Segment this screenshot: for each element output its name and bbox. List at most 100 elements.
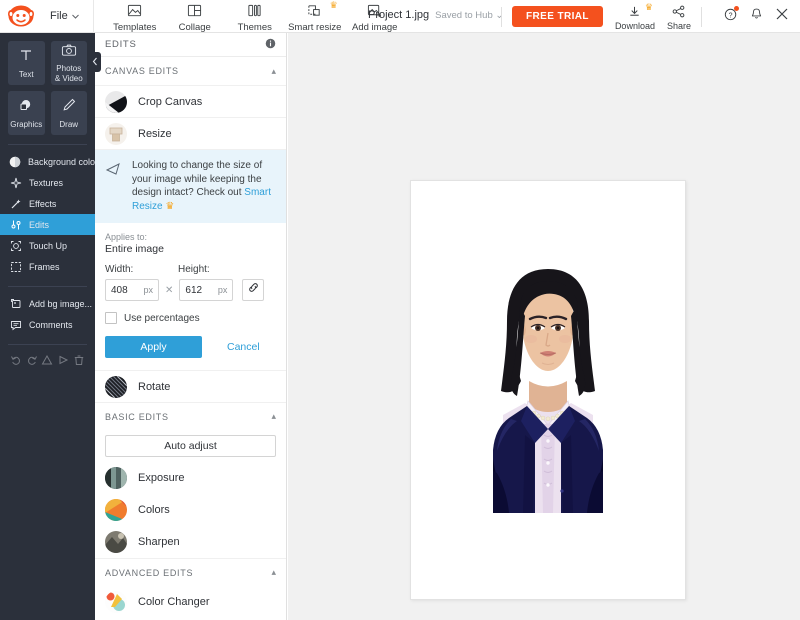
portrait-photo[interactable] — [449, 263, 647, 513]
row-exposure[interactable]: Exposure — [95, 462, 286, 494]
row-colors[interactable]: Colors — [95, 494, 286, 526]
width-input[interactable]: 408 px — [105, 279, 159, 301]
graphics-icon — [18, 97, 34, 118]
rail-tile-label: Photos — [56, 64, 81, 73]
row-resize[interactable]: Resize — [95, 117, 286, 149]
crown-icon: ♛ — [330, 0, 338, 11]
sidebar-item-frames[interactable]: Frames — [0, 256, 95, 277]
panel-header: EDITS — [95, 33, 286, 57]
canvas-stage[interactable] — [288, 33, 800, 620]
close-icon — [775, 7, 789, 26]
use-percentages-row[interactable]: Use percentages — [105, 312, 276, 324]
notifications-button[interactable] — [750, 7, 763, 26]
tool-collage[interactable]: Collage — [166, 0, 224, 33]
auto-adjust-button[interactable]: Auto adjust — [105, 435, 276, 457]
cancel-button[interactable]: Cancel — [227, 341, 260, 353]
height-input[interactable]: 612 px — [179, 279, 233, 301]
picmonkey-logo[interactable] — [8, 5, 38, 27]
sliders-icon — [9, 219, 22, 231]
share-icon — [672, 5, 685, 19]
picmonkey-editor: File Templates — [0, 0, 800, 620]
rail-divider — [8, 344, 87, 345]
close-button[interactable] — [775, 7, 789, 26]
tool-label: Themes — [238, 22, 272, 33]
file-menu-label: File — [50, 10, 68, 22]
applies-to-label: Applies to: — [105, 232, 276, 242]
exposure-thumb — [105, 467, 127, 489]
sidebar-item-comments[interactable]: Comments — [0, 314, 95, 335]
rail-tile-label: Text — [19, 70, 34, 79]
section-basic-edits[interactable]: BASIC EDITS ▴ — [95, 402, 286, 430]
share-button[interactable]: Share — [667, 3, 691, 31]
tool-smart-resize[interactable]: ♛ Smart resize — [286, 0, 344, 33]
sidebar-item-effects[interactable]: Effects — [0, 193, 95, 214]
panel-collapse-button[interactable] — [89, 52, 101, 72]
section-advanced-edits[interactable]: ADVANCED EDITS ▴ — [95, 558, 286, 586]
text-icon — [18, 47, 34, 68]
camera-icon — [61, 43, 77, 62]
help-button[interactable]: ? — [724, 7, 738, 26]
toolbar-tools: Templates Collage — [106, 0, 404, 33]
resize-thumb — [105, 123, 127, 145]
collage-icon — [187, 3, 202, 19]
tool-label: Collage — [179, 22, 211, 33]
info-icon[interactable] — [265, 36, 276, 54]
row-color-changer[interactable]: Color Changer — [95, 586, 286, 618]
account-toolbar: FREE TRIAL ♛ Download — [491, 0, 800, 33]
tool-templates[interactable]: Templates — [106, 0, 164, 33]
use-percentages-checkbox[interactable] — [105, 312, 117, 324]
rail-tile-photos-video[interactable]: Photos & Video — [51, 41, 88, 85]
templates-icon — [127, 3, 142, 19]
width-label: Width: — [105, 264, 178, 275]
trash-icon[interactable] — [73, 353, 85, 371]
face-icon — [9, 240, 22, 252]
row-rotate[interactable]: Rotate — [95, 370, 286, 402]
apply-button[interactable]: Apply — [105, 336, 202, 358]
section-canvas-edits[interactable]: CANVAS EDITS ▴ — [95, 57, 286, 85]
bell-icon — [750, 7, 763, 26]
alert-icon[interactable] — [41, 353, 53, 371]
redo-icon[interactable] — [26, 353, 38, 371]
crown-icon: ♛ — [165, 201, 174, 212]
undo-icon[interactable] — [10, 353, 22, 371]
colors-thumb — [105, 499, 127, 521]
sidebar-item-label: Comments — [29, 320, 73, 330]
tool-label: Add image — [352, 22, 397, 33]
sidebar-item-textures[interactable]: Textures — [0, 172, 95, 193]
pencil-icon — [61, 97, 77, 118]
sidebar-item-edits[interactable]: Edits — [0, 214, 95, 235]
row-sharpen[interactable]: Sharpen — [95, 526, 286, 558]
project-name[interactable]: Project 1.jpg — [368, 9, 429, 21]
rail-tile-draw[interactable]: Draw — [51, 91, 88, 135]
image-canvas[interactable] — [410, 180, 686, 600]
share-label: Share — [667, 21, 691, 31]
top-toolbar: File Templates — [0, 0, 800, 33]
rail-tile-graphics[interactable]: Graphics — [8, 91, 45, 135]
crop-thumb — [105, 91, 127, 113]
rail-items-secondary: Add bg image... Comments — [0, 293, 95, 335]
panel-title: EDITS — [105, 39, 136, 50]
sidebar-item-label: Frames — [29, 262, 60, 272]
height-unit: px — [218, 285, 228, 295]
download-label: Download — [615, 21, 655, 31]
row-crop-canvas[interactable]: Crop Canvas — [95, 85, 286, 117]
free-trial-button[interactable]: FREE TRIAL — [512, 6, 603, 27]
frame-icon — [9, 261, 22, 273]
rail-tile-text[interactable]: Text — [8, 41, 45, 85]
rail-action-buttons — [0, 351, 95, 373]
megaphone-icon — [105, 159, 123, 182]
tool-themes[interactable]: Themes — [226, 0, 284, 33]
aspect-lock-button[interactable] — [242, 279, 264, 301]
sidebar-item-background-color[interactable]: Background color — [0, 151, 95, 172]
sidebar-item-label: Edits — [29, 220, 49, 230]
chevron-left-icon — [92, 53, 98, 71]
sidebar-item-touch-up[interactable]: Touch Up — [0, 235, 95, 256]
width-value: 408 — [111, 285, 128, 296]
rotate-thumb — [105, 376, 127, 398]
play-icon[interactable] — [57, 353, 69, 371]
file-menu[interactable]: File — [50, 10, 79, 22]
chevron-up-icon: ▴ — [271, 567, 276, 578]
download-button[interactable]: ♛ Download — [615, 3, 655, 31]
sidebar-item-add-bg-image[interactable]: Add bg image... — [0, 293, 95, 314]
texture-icon — [9, 177, 22, 189]
